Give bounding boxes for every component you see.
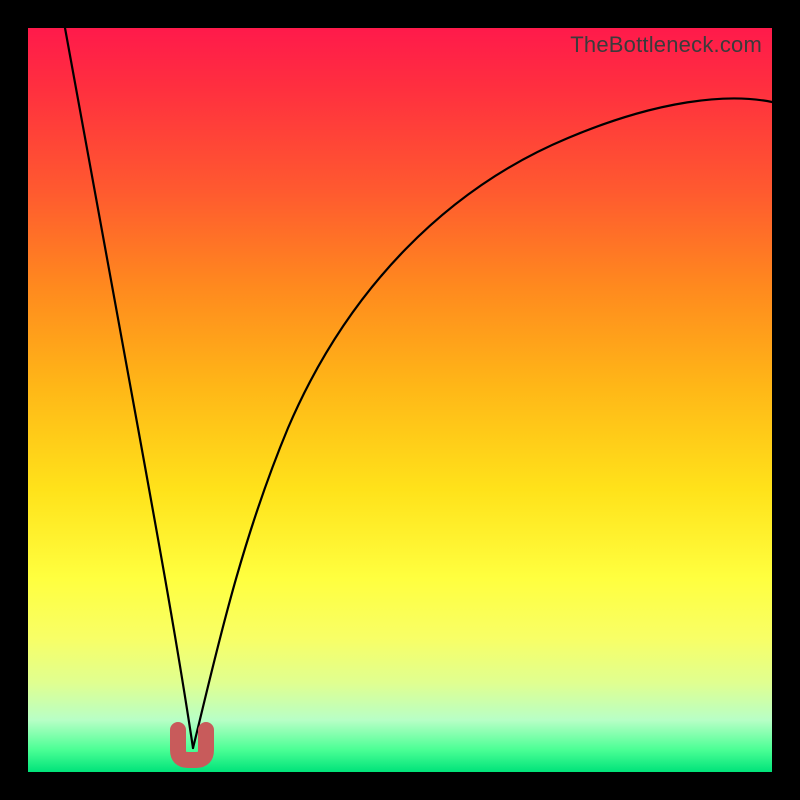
chart-svg [28,28,772,772]
curve-right-branch [193,98,772,748]
chart-frame: TheBottleneck.com [0,0,800,800]
curve-left-branch [65,28,193,748]
watermark-label: TheBottleneck.com [570,32,762,58]
chart-plot-area: TheBottleneck.com [28,28,772,772]
